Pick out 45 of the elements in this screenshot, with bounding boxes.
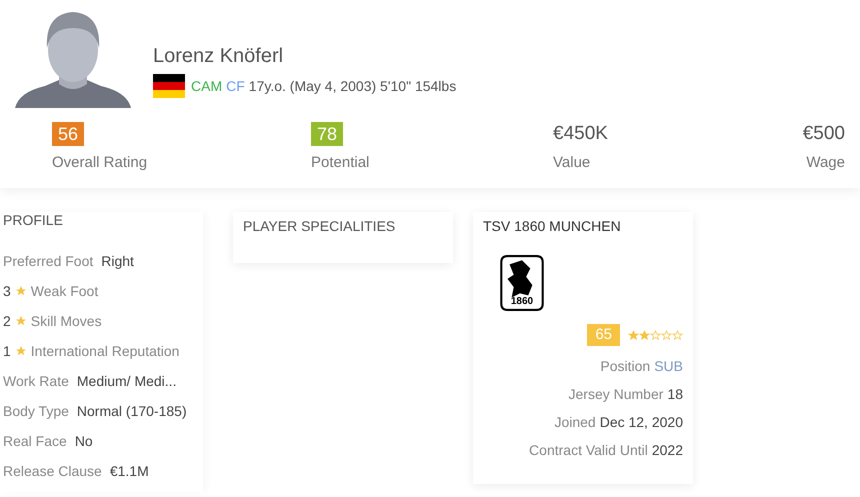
star-count: 3 — [3, 283, 11, 299]
star-icon — [14, 285, 27, 297]
rating-badge: 78 — [311, 122, 344, 146]
position-link[interactable]: CF — [226, 78, 245, 94]
field-label: Jersey Number — [568, 386, 664, 402]
card-title: PLAYER SPECIALITIES — [243, 218, 396, 234]
field-value: Right — [101, 253, 134, 269]
field-label: International Reputation — [30, 343, 180, 359]
field-label: Body Type — [3, 403, 69, 419]
position-link[interactable]: CAM — [191, 78, 222, 94]
field-value: Medium/ Medi... — [76, 373, 176, 389]
rating-badge: 65 — [587, 324, 620, 346]
club-name: TSV 1860 MUNCHEN — [483, 218, 622, 234]
stat-value: €500 — [802, 122, 845, 146]
field-label: Skill Moves — [30, 313, 102, 329]
stat-label: Overall Rating — [52, 154, 148, 171]
field-value: Normal (170-185) — [76, 403, 187, 419]
field-value: €1.1M — [110, 463, 149, 479]
field-label: Position — [600, 358, 650, 374]
field-value-link[interactable]: SUB — [654, 358, 683, 374]
stat-label: Value — [553, 154, 590, 171]
rating-badge: 56 — [52, 122, 84, 146]
field-value: No — [74, 433, 93, 449]
stat-value: €450K — [553, 122, 608, 146]
player-name: Lorenz Knöferl — [153, 45, 284, 68]
club-crest-icon: 1860 — [499, 254, 545, 312]
star-icon — [14, 345, 27, 357]
field-label: Joined — [554, 414, 596, 430]
star-icon — [14, 315, 27, 327]
section-title: PROFILE — [3, 212, 64, 228]
field-label: Contract Valid Until — [529, 442, 648, 458]
stat-label: Wage — [806, 154, 845, 171]
field-label: Preferred Foot — [3, 253, 94, 269]
field-label: Real Face — [3, 433, 67, 449]
field-value: Dec 12, 2020 — [600, 414, 683, 430]
flag-icon — [153, 74, 185, 98]
player-details: 17y.o. (May 4, 2003) 5'10" 154lbs — [248, 78, 456, 94]
field-value: 18 — [667, 386, 683, 402]
star-count: 1 — [3, 343, 11, 359]
field-value: 2022 — [652, 442, 683, 458]
field-label: Release Clause — [3, 463, 102, 479]
stat-label: Potential — [311, 154, 370, 171]
star-count: 2 — [3, 313, 11, 329]
field-label: Weak Foot — [30, 283, 98, 299]
field-label: Work Rate — [3, 373, 69, 389]
